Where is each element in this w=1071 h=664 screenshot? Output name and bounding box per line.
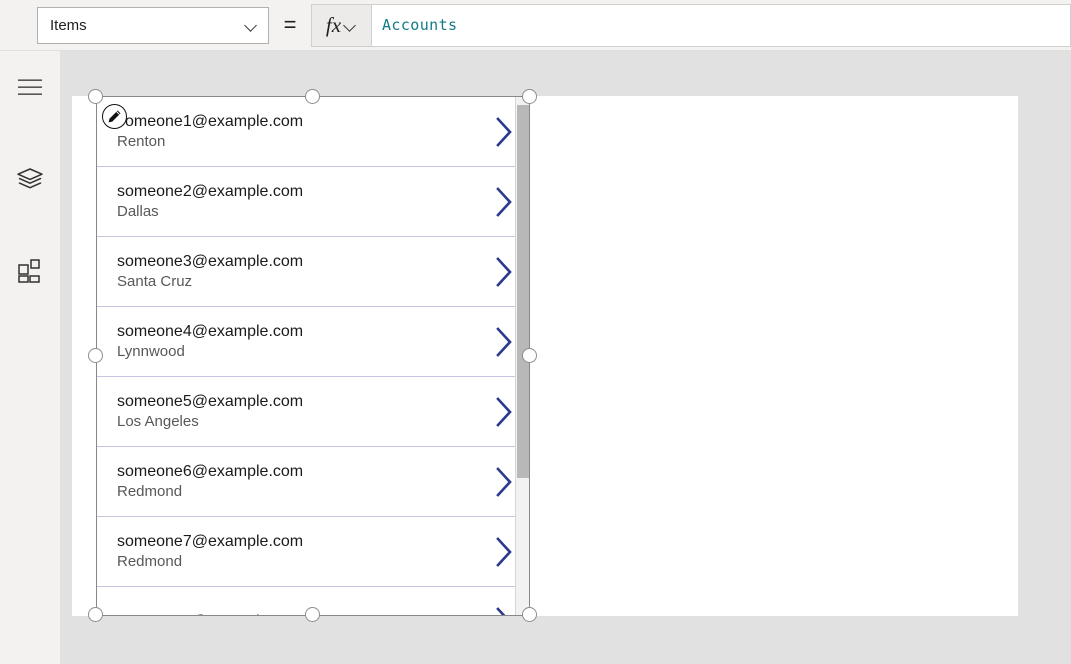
gallery-rows: someone1@example.com Renton someone2@examp…: [97, 97, 530, 616]
selection-handle-bottom-center[interactable]: [305, 607, 320, 622]
chevron-right-icon: [494, 116, 514, 148]
selection-handle-top-left[interactable]: [88, 89, 103, 104]
sidebar-item-menu[interactable]: [0, 57, 60, 117]
gallery-item-texts: someone7@example.com Redmond: [97, 532, 477, 571]
gallery-item[interactable]: someone2@example.com Dallas: [97, 167, 530, 237]
chevron-down-icon: [344, 19, 357, 32]
gallery-item[interactable]: someone6@example.com Redmond: [97, 447, 530, 517]
property-dropdown-label: Items: [50, 18, 87, 33]
equals-sign: =: [269, 14, 311, 36]
app-root: Items = fx Accounts: [0, 0, 1071, 664]
gallery-item-subtitle: Los Angeles: [117, 413, 477, 431]
gallery-item-texts: someone6@example.com Redmond: [97, 462, 477, 501]
gallery-item-texts: someone8@example.com: [97, 612, 477, 616]
gallery-item[interactable]: someone7@example.com Redmond: [97, 517, 530, 587]
gallery-item-texts: someone1@example.com Renton: [97, 112, 477, 151]
chevron-right-icon: [494, 186, 514, 218]
gallery-item[interactable]: someone3@example.com Santa Cruz: [97, 237, 530, 307]
chevron-right-icon: [494, 466, 514, 498]
gallery-item-texts: someone3@example.com Santa Cruz: [97, 252, 477, 291]
sidebar-item-tree-view[interactable]: [0, 149, 60, 209]
gallery-item-title: someone7@example.com: [117, 532, 477, 551]
gallery-item-subtitle: Dallas: [117, 203, 477, 221]
chevron-right-icon: [494, 396, 514, 428]
chevron-right-icon: [494, 536, 514, 568]
gallery-item-title: someone1@example.com: [117, 112, 477, 131]
property-dropdown[interactable]: Items: [37, 7, 269, 44]
fx-button[interactable]: fx: [311, 4, 371, 47]
gallery-item[interactable]: someone1@example.com Renton: [97, 97, 530, 167]
gallery-item-texts: someone2@example.com Dallas: [97, 182, 477, 221]
tree-view-icon: [17, 168, 43, 191]
fx-label: fx: [326, 15, 341, 36]
left-rail: [0, 51, 60, 664]
selection-handle-top-right[interactable]: [522, 89, 537, 104]
gallery-item-title: someone8@example.com: [117, 612, 477, 616]
edit-item-badge[interactable]: [102, 104, 127, 129]
gallery-item-subtitle: Redmond: [117, 483, 477, 501]
chevron-right-icon: [494, 606, 514, 617]
pencil-icon: [107, 109, 122, 124]
menu-icon: [18, 79, 42, 96]
gallery-item-title: someone3@example.com: [117, 252, 477, 271]
insert-icon: [18, 259, 42, 283]
selection-handle-top-center[interactable]: [305, 89, 320, 104]
formula-bar: Items = fx Accounts: [0, 0, 1071, 51]
gallery-item-title: someone6@example.com: [117, 462, 477, 481]
selection-handle-bottom-left[interactable]: [88, 607, 103, 622]
gallery-item-title: someone4@example.com: [117, 322, 477, 341]
sidebar-item-insert[interactable]: [0, 241, 60, 301]
gallery-control[interactable]: someone1@example.com Renton someone2@examp…: [96, 96, 530, 616]
gallery-item-subtitle: Santa Cruz: [117, 273, 477, 291]
gallery-item-texts: someone4@example.com Lynnwood: [97, 322, 477, 361]
formula-input[interactable]: Accounts: [371, 4, 1071, 47]
chevron-down-icon: [245, 19, 258, 32]
selection-handle-middle-right[interactable]: [522, 348, 537, 363]
selection-handle-bottom-right[interactable]: [522, 607, 537, 622]
gallery-item-subtitle: Redmond: [117, 553, 477, 571]
gallery-item[interactable]: someone4@example.com Lynnwood: [97, 307, 530, 377]
gallery-item-subtitle: Lynnwood: [117, 343, 477, 361]
gallery-item-title: someone2@example.com: [117, 182, 477, 201]
gallery-scrollbar-thumb[interactable]: [517, 105, 529, 478]
gallery-item[interactable]: someone5@example.com Los Angeles: [97, 377, 530, 447]
chevron-right-icon: [494, 326, 514, 358]
chevron-right-icon: [494, 256, 514, 288]
gallery-item-texts: someone5@example.com Los Angeles: [97, 392, 477, 431]
selection-handle-middle-left[interactable]: [88, 348, 103, 363]
gallery-item-subtitle: Renton: [117, 133, 477, 151]
gallery-item-title: someone5@example.com: [117, 392, 477, 411]
